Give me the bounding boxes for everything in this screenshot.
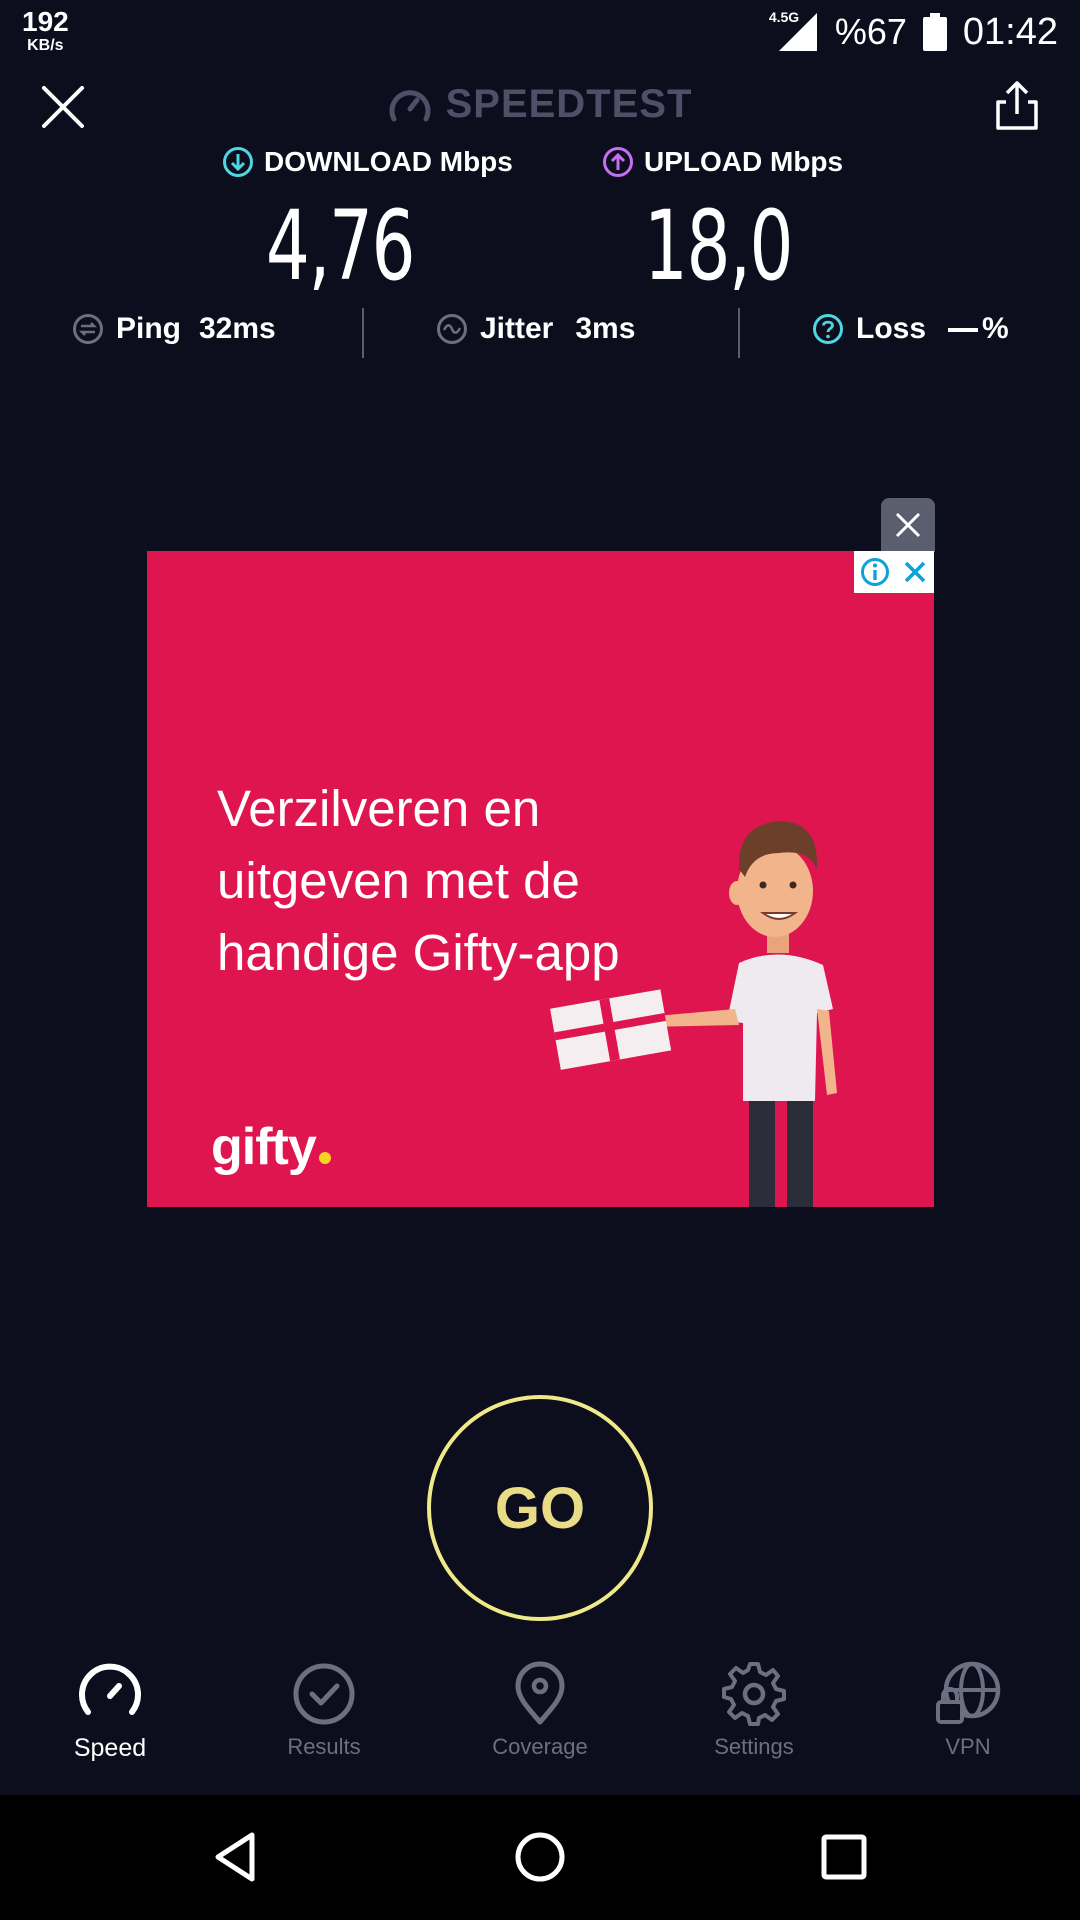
download-speed-value: 4,76: [265, 190, 416, 302]
nav-item-settings[interactable]: Settings: [674, 1658, 834, 1760]
battery-icon: [922, 13, 947, 51]
globe-lock-icon: [936, 1661, 1001, 1724]
nav-label-results: Results: [287, 1734, 361, 1759]
system-navigation-bar: [0, 1795, 1080, 1920]
speed-labels: DOWNLOAD Mbps UPLOAD Mbps: [0, 146, 1080, 186]
nav-item-coverage[interactable]: Coverage: [460, 1658, 620, 1760]
nav-label-settings: Settings: [714, 1734, 794, 1759]
download-arrow-icon: [223, 147, 253, 177]
clock: 01:42: [962, 10, 1058, 53]
ping-icon: [73, 314, 103, 344]
info-icon: [861, 558, 889, 586]
download-label: DOWNLOAD Mbps: [222, 146, 513, 178]
ping-value: 32ms: [199, 312, 276, 345]
ping-label: Ping: [116, 312, 181, 345]
help-icon: [813, 314, 843, 344]
close-icon: [895, 512, 921, 538]
map-pin-icon: [515, 1661, 565, 1725]
loss-unit: %: [982, 312, 1009, 345]
gear-icon: [722, 1662, 786, 1726]
nav-label-vpn: VPN: [945, 1734, 991, 1759]
status-bar: 192 KB/s 4.5G %67 01:42: [0, 0, 1080, 64]
jitter-metric: Jitter 3ms: [436, 312, 635, 346]
ad-close-button[interactable]: [881, 498, 935, 552]
battery-percent: %67: [834, 11, 907, 52]
back-icon: [215, 1832, 255, 1882]
back-button[interactable]: [206, 1827, 266, 1887]
loss-empty-dash: [948, 328, 979, 333]
brand-name: gifty: [211, 1118, 317, 1176]
network-type-label: 4.5G: [768, 9, 800, 25]
go-button-label: GO: [494, 1475, 586, 1541]
ad-choices[interactable]: [854, 551, 934, 593]
upload-label: UPLOAD Mbps: [602, 146, 843, 178]
upload-speed-value: 18,0: [643, 190, 794, 302]
checkmark-circle-icon: [293, 1663, 355, 1725]
advertisement-banner[interactable]: Verzilveren en uitgeven met de handige G…: [147, 551, 934, 1207]
nav-label-coverage: Coverage: [492, 1734, 588, 1759]
network-speed-value: 192: [22, 6, 69, 37]
speedometer-icon: [389, 89, 431, 121]
home-button[interactable]: [510, 1827, 570, 1887]
ping-metric: Ping 32ms: [72, 312, 276, 346]
bottom-navigation: Speed Results Coverage Settings VPN: [0, 1648, 1080, 1794]
go-button[interactable]: GO: [427, 1395, 653, 1621]
nav-item-vpn[interactable]: VPN: [888, 1658, 1048, 1760]
nav-item-speed[interactable]: Speed: [30, 1658, 190, 1763]
loss-metric[interactable]: Loss %: [812, 312, 1009, 346]
speed-gauge-icon: [79, 1663, 141, 1715]
jitter-icon: [437, 314, 467, 344]
home-icon: [515, 1832, 565, 1882]
metric-divider: [738, 308, 740, 358]
recents-icon: [821, 1834, 867, 1880]
app-header: SPEEDTEST: [0, 70, 1080, 142]
close-icon: [904, 561, 926, 583]
share-icon: [996, 81, 1038, 130]
metric-divider: [362, 308, 364, 358]
gifty-logo: gifty: [211, 1117, 331, 1177]
app-title-text: SPEEDTEST: [445, 82, 693, 126]
jitter-value: 3ms: [575, 312, 636, 345]
upload-label-text: UPLOAD Mbps: [644, 146, 844, 177]
network-speed-unit: KB/s: [27, 37, 64, 54]
man-holding-gift-card-illustration: [550, 821, 837, 1207]
app-title: SPEEDTEST: [0, 82, 1080, 127]
nav-label-speed: Speed: [73, 1734, 147, 1762]
share-button[interactable]: [994, 80, 1040, 132]
signal-icon: 4.5G: [768, 9, 819, 53]
nav-item-results[interactable]: Results: [244, 1658, 404, 1760]
network-speed-indicator: 192 KB/s: [22, 8, 69, 54]
loss-label: Loss: [856, 312, 927, 345]
recents-button[interactable]: [814, 1827, 874, 1887]
jitter-label: Jitter: [480, 312, 554, 345]
latency-metrics: Ping 32ms Jitter 3ms Loss %: [0, 304, 1080, 360]
download-label-text: DOWNLOAD Mbps: [264, 146, 513, 177]
upload-arrow-icon: [603, 147, 633, 177]
